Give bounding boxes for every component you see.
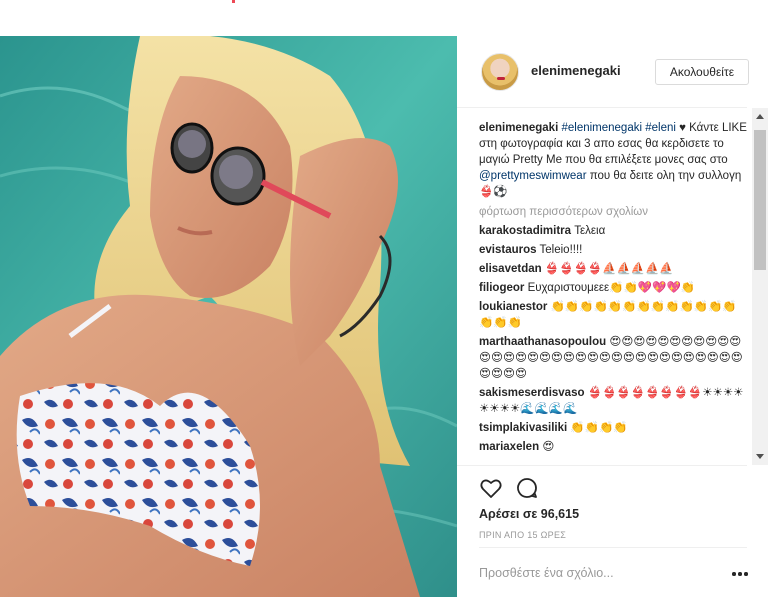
comment-username[interactable]: marthaathanasopoulou xyxy=(479,336,606,348)
top-edge-mark xyxy=(232,0,235,3)
likes-count[interactable]: Αρέσει σε 96,615 xyxy=(479,507,579,521)
caption-heart: ♥ xyxy=(679,122,686,134)
comment-item: marthaathanasopoulou 😍😍😍😍😍😍😍😍😍😍😍😍😍😍😍😍😍😍😍… xyxy=(479,334,749,382)
comment-username[interactable]: mariaxelen xyxy=(479,441,539,453)
scroll-down-arrow-icon[interactable] xyxy=(756,454,764,459)
more-options-icon[interactable] xyxy=(732,572,748,576)
caption-hashtags[interactable]: #elenimenegaki #eleni xyxy=(561,122,675,134)
comment-username[interactable]: loukianestor xyxy=(479,301,547,313)
comment-username[interactable]: tsimplakivasiliki xyxy=(479,422,567,434)
comment-username[interactable]: evistauros xyxy=(479,244,537,256)
post-timestamp: ΠΡΙΝ ΑΠΟ 15 ΩΡΕΣ xyxy=(479,530,567,540)
header-divider xyxy=(457,107,747,108)
comment-text: 👙👙👙👙⛵⛵⛵⛵⛵ xyxy=(544,263,674,275)
comment-item: tsimplakivasiliki 👏👏👏👏 xyxy=(479,420,749,436)
caption-mention[interactable]: @prettymeswimwear xyxy=(479,170,587,182)
comment-text: 😍 xyxy=(542,441,555,453)
caption-username[interactable]: elenimenegaki xyxy=(479,122,558,134)
comment-username[interactable]: sakismeserdisvaso xyxy=(479,387,585,399)
post-caption: elenimenegaki #elenimenegaki #eleni ♥ Κά… xyxy=(479,120,749,200)
following-button[interactable]: Ακολουθείτε xyxy=(655,59,749,85)
comment-item: elisavetdan 👙👙👙👙⛵⛵⛵⛵⛵ xyxy=(479,261,749,277)
comment-text: Τελεια xyxy=(574,225,606,237)
comment-item: filiogeor Ευχαριστουμεεε👏👏💖💖💖👏 xyxy=(479,280,749,296)
comment-item: karakostadimitra Τελεια xyxy=(479,223,749,239)
comment-username[interactable]: filiogeor xyxy=(479,282,524,294)
post-header: elenimenegaki Ακολουθείτε xyxy=(457,36,771,108)
instagram-post-view: elenimenegaki Ακολουθείτε elenimenegaki … xyxy=(0,0,771,597)
comment-item: sakismeserdisvaso 👙👙👙👙👙👙👙👙☀☀☀☀☀☀☀☀🌊🌊🌊🌊 xyxy=(479,385,749,417)
scroll-up-arrow-icon[interactable] xyxy=(756,114,764,119)
comments-list: elenimenegaki #elenimenegaki #eleni ♥ Κά… xyxy=(479,120,749,462)
comment-text: Ευχαριστουμεεε👏👏💖💖💖👏 xyxy=(527,282,696,294)
comment-text: 👏👏👏👏 xyxy=(570,422,628,434)
comments-scrollbar[interactable] xyxy=(752,108,768,465)
add-comment-divider xyxy=(479,547,747,548)
post-side-panel: elenimenegaki Ακολουθείτε elenimenegaki … xyxy=(457,36,771,597)
comment-username[interactable]: karakostadimitra xyxy=(479,225,571,237)
add-comment-input[interactable]: Προσθέστε ένα σχόλιο... xyxy=(479,566,614,580)
comment-username[interactable]: elisavetdan xyxy=(479,263,542,275)
post-username[interactable]: elenimenegaki xyxy=(531,63,621,78)
comment-text: Teleio!!!! xyxy=(539,244,583,256)
scrollbar-thumb[interactable] xyxy=(754,130,766,270)
avatar[interactable] xyxy=(481,53,519,91)
post-photo[interactable] xyxy=(0,36,457,597)
comments-divider xyxy=(457,465,747,466)
comment-item: mariaxelen 😍 xyxy=(479,439,749,455)
comment-item: loukianestor 👏👏👏👏👏👏👏👏👏👏👏👏👏👏👏👏 xyxy=(479,299,749,331)
heart-outline-icon[interactable] xyxy=(479,476,503,500)
load-more-comments-link[interactable]: φόρτωση περισσότερων σχολίων xyxy=(479,204,749,220)
post-actions xyxy=(479,476,749,502)
comment-item: evistauros Teleio!!!! xyxy=(479,242,749,258)
comment-bubble-icon[interactable] xyxy=(515,476,539,500)
avatar-lips xyxy=(497,77,505,80)
post-photo-illustration xyxy=(0,36,457,597)
